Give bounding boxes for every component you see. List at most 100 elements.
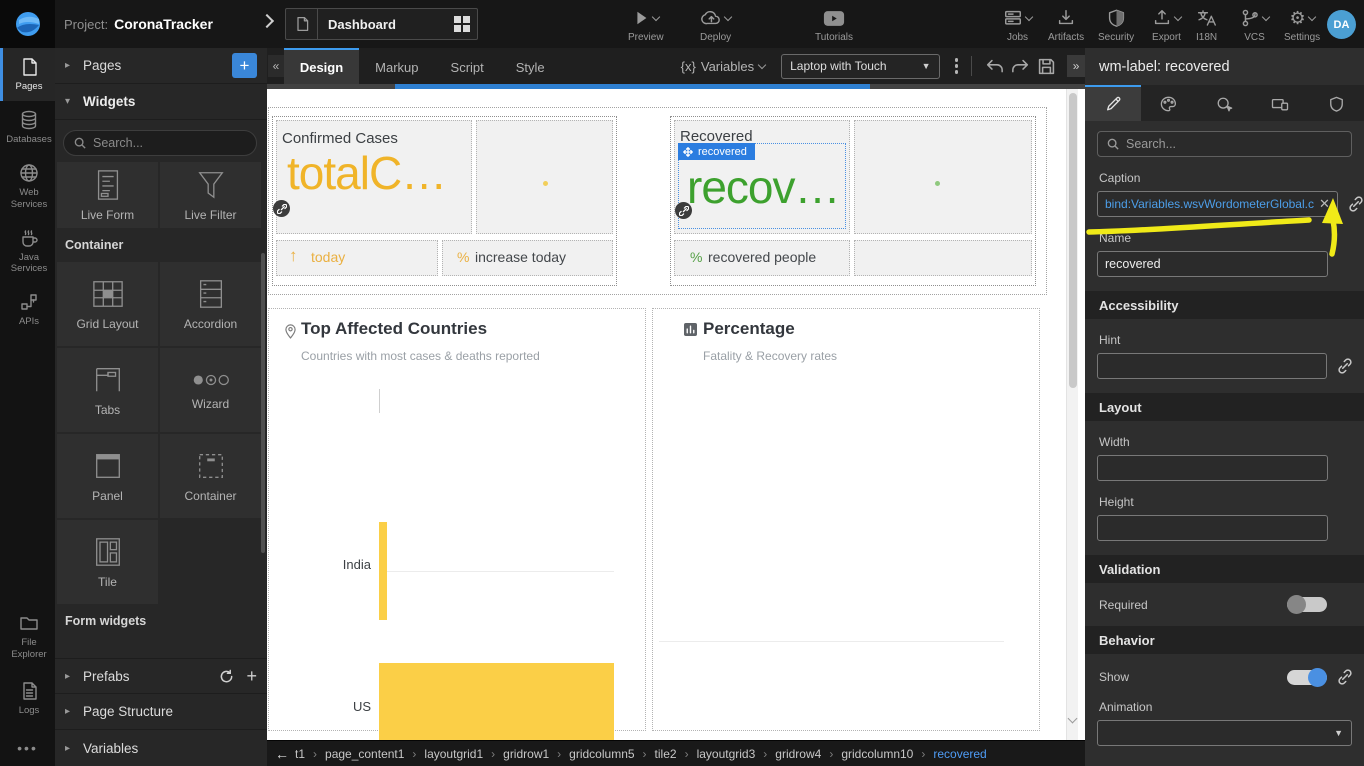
page-switcher-icon[interactable] <box>447 16 477 32</box>
widgets-expander-icon[interactable]: ▾ <box>65 96 73 107</box>
widget-tile-wizard[interactable]: Wizard <box>160 348 261 432</box>
rail-item-logs[interactable]: Logs <box>0 672 55 725</box>
tutorials-button[interactable]: Tutorials <box>815 6 853 43</box>
hscroll-thumb[interactable] <box>395 84 870 89</box>
rail-item-pages[interactable]: Pages <box>0 48 55 101</box>
breadcrumb-back-icon[interactable]: ← <box>275 746 289 762</box>
property-search[interactable] <box>1097 131 1352 157</box>
breadcrumb-item[interactable]: gridcolumn10 <box>841 747 913 761</box>
breadcrumb-item[interactable]: gridrow4 <box>775 747 821 761</box>
jobs-caret-icon[interactable] <box>1025 12 1033 20</box>
widget-tile-live-form[interactable]: Live Form <box>57 162 158 228</box>
page-structure-expander-icon[interactable]: ▸ <box>65 706 73 717</box>
hint-input[interactable] <box>1097 353 1327 379</box>
widget-tile-live-filter[interactable]: Live Filter <box>160 162 261 228</box>
settings-button[interactable]: ⚙ Settings <box>1284 6 1320 43</box>
tab-devices[interactable] <box>1252 85 1308 121</box>
variables-section-header[interactable]: ▸ Variables <box>55 730 267 766</box>
breadcrumb-item[interactable]: gridrow1 <box>503 747 549 761</box>
panel-scrollbar[interactable] <box>261 253 265 553</box>
export-caret-icon[interactable] <box>1174 12 1182 20</box>
bar-us[interactable] <box>379 663 614 740</box>
breadcrumb-item[interactable]: layoutgrid1 <box>424 747 483 761</box>
device-select[interactable]: Laptop with Touch ▼ <box>781 54 939 79</box>
vcs-caret-icon[interactable] <box>1262 12 1270 20</box>
recovered-footer-right-cell[interactable] <box>854 240 1032 276</box>
top-affected-countries-card[interactable]: Top Affected Countries Countries with mo… <box>268 308 646 731</box>
add-page-button[interactable]: + <box>232 53 257 78</box>
bar-india[interactable] <box>379 522 387 620</box>
more-options-button[interactable] <box>952 55 962 77</box>
export-button[interactable]: Export <box>1152 6 1181 43</box>
redo-button[interactable] <box>1008 53 1034 79</box>
prefabs-section-header[interactable]: ▸ Prefabs + <box>55 658 267 694</box>
tab-script[interactable]: Script <box>435 48 500 84</box>
breadcrumb-item[interactable]: gridcolumn5 <box>569 747 634 761</box>
design-canvas[interactable]: Confirmed Cases totalC… ↑ today % increa… <box>267 84 1085 740</box>
widget-tile-tile[interactable]: Tile <box>57 520 158 604</box>
widget-tile-panel[interactable]: Panel <box>57 434 158 518</box>
scroll-down-icon[interactable] <box>1068 714 1078 724</box>
settings-caret-icon[interactable] <box>1307 12 1315 20</box>
caption-bind-icon[interactable] <box>1347 195 1364 213</box>
selection-tag[interactable]: recovered <box>678 143 755 160</box>
confirmed-today-label[interactable]: today <box>311 249 345 265</box>
height-input[interactable] <box>1097 515 1328 541</box>
property-search-input[interactable] <box>1126 137 1342 151</box>
clear-bind-icon[interactable]: ✕ <box>1319 196 1330 212</box>
confirmed-increase-label[interactable]: increase today <box>475 249 566 265</box>
recovered-bind-badge[interactable] <box>675 202 692 219</box>
rail-more-button[interactable]: ••• <box>0 740 55 756</box>
tab-style[interactable]: Style <box>500 48 561 84</box>
tab-styles[interactable] <box>1141 85 1197 121</box>
undo-button[interactable] <box>982 53 1008 79</box>
widget-tile-tabs[interactable]: Tabs <box>57 348 158 432</box>
widgets-section-header[interactable]: ▾ Widgets <box>55 84 267 120</box>
i18n-button[interactable]: I18N <box>1196 6 1217 43</box>
widget-tile-grid-layout[interactable]: Grid Layout <box>57 262 158 346</box>
rail-item-web-services[interactable]: Web Services <box>0 154 55 219</box>
confirmed-value-label[interactable]: totalC… <box>287 146 471 200</box>
project-chevron-icon[interactable] <box>260 14 274 28</box>
confirmed-footer-left-cell[interactable] <box>276 240 438 276</box>
page-structure-section-header[interactable]: ▸ Page Structure <box>55 694 267 730</box>
vcs-button[interactable]: VCS <box>1240 6 1269 43</box>
expand-right-panel-button[interactable]: » <box>1067 55 1085 77</box>
vscroll-thumb[interactable] <box>1069 93 1077 388</box>
rail-item-apis[interactable]: APIs <box>0 283 55 336</box>
recovered-side-cell[interactable] <box>854 120 1032 234</box>
variables-button[interactable]: {x} Variables <box>681 59 765 74</box>
widget-search-input[interactable] <box>93 136 246 150</box>
wavemaker-logo[interactable] <box>0 0 55 48</box>
collapse-left-panel-button[interactable]: « <box>268 55 284 77</box>
breadcrumb-item[interactable]: tile2 <box>655 747 677 761</box>
pages-section-header[interactable]: ▸ Pages + <box>55 48 267 84</box>
refresh-icon[interactable] <box>219 669 234 684</box>
breadcrumb-item[interactable]: layoutgrid3 <box>697 747 756 761</box>
tab-markup[interactable]: Markup <box>359 48 434 84</box>
deploy-caret-icon[interactable] <box>724 12 732 20</box>
save-button[interactable] <box>1033 53 1059 79</box>
percentage-card[interactable]: Percentage Fatality & Recovery rates <box>652 308 1040 731</box>
prefabs-expander-icon[interactable]: ▸ <box>65 671 73 682</box>
width-input[interactable] <box>1097 455 1328 481</box>
rail-item-databases[interactable]: Databases <box>0 101 55 154</box>
deploy-button[interactable]: Deploy <box>700 6 731 43</box>
tab-properties[interactable] <box>1085 85 1141 121</box>
tab-events[interactable] <box>1197 85 1253 121</box>
preview-caret-icon[interactable] <box>652 12 660 20</box>
canvas-vscrollbar[interactable] <box>1066 89 1078 740</box>
widget-tile-accordion[interactable]: Accordion <box>160 262 261 346</box>
confirmed-bind-badge[interactable] <box>273 200 290 217</box>
widget-search[interactable] <box>63 130 257 156</box>
rail-item-file-explorer[interactable]: File Explorer <box>0 604 55 669</box>
caption-input[interactable]: bind:Variables.wsvWordometerGlobal.c ✕ <box>1097 191 1338 217</box>
widget-tile-container[interactable]: Container <box>160 434 261 518</box>
tab-security[interactable] <box>1308 85 1364 121</box>
recovered-value-label[interactable]: recov… <box>687 160 845 214</box>
user-avatar[interactable]: DA <box>1327 10 1356 39</box>
name-input[interactable] <box>1097 251 1328 277</box>
canvas-hscrollbar[interactable] <box>267 84 1085 89</box>
breadcrumb-item-active[interactable]: recovered <box>933 747 986 761</box>
show-bind-icon[interactable] <box>1336 668 1354 686</box>
